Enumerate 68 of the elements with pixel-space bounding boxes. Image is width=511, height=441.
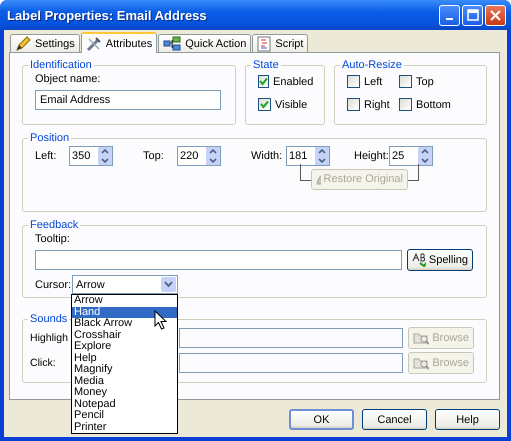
tab[interactable]: Attributes	[80, 32, 158, 53]
checkbox[interactable]	[347, 98, 360, 111]
tab[interactable]: Script	[252, 34, 308, 52]
spelling-button[interactable]: Spelling	[407, 249, 473, 271]
minimize-button[interactable]	[439, 4, 460, 26]
dropdown-option[interactable]: Money	[72, 387, 177, 398]
window-title: Label Properties: Email Address	[7, 8, 207, 22]
dropdown-option[interactable]: Magnify	[72, 364, 177, 376]
folder-magnifier-icon	[413, 356, 430, 370]
checkbox[interactable]	[399, 98, 412, 111]
dropdown-option[interactable]: Crosshair	[72, 330, 177, 341]
dropdown-option[interactable]: Explore	[72, 341, 177, 352]
tools-icon	[86, 36, 102, 52]
field-label: Cursor:	[35, 278, 72, 290]
checkbox[interactable]	[347, 75, 360, 88]
mouse-pointer-icon	[154, 310, 167, 330]
group-title: Sounds	[29, 313, 68, 325]
blocks-icon	[163, 36, 182, 52]
checkbox[interactable]	[399, 75, 412, 88]
folder-magnifier-icon	[413, 330, 430, 344]
field-label: Object name:	[35, 73, 102, 85]
group-title: Position	[29, 132, 70, 144]
input-field[interactable]: Email Address	[35, 90, 221, 110]
dialog-button[interactable]: Cancel	[362, 409, 427, 430]
field-label: Click:	[30, 356, 56, 368]
tab[interactable]: Quick Action	[158, 34, 252, 52]
dropdown-option[interactable]: Arrow	[72, 295, 177, 306]
group-title: Auto-Resize	[341, 59, 403, 71]
checkbox-label: Top	[416, 76, 434, 88]
group-title: State	[252, 59, 280, 71]
dropdown-arrow-button[interactable]	[161, 277, 176, 292]
checkbox-label: Visible	[275, 98, 308, 110]
checkbox-label: Enabled	[273, 76, 314, 88]
field-label: Tooltip:	[35, 233, 71, 245]
checkbox-label: Left	[364, 76, 382, 88]
checkbox[interactable]	[258, 75, 269, 88]
spell-check-icon	[412, 253, 426, 267]
checkbox[interactable]	[258, 98, 271, 111]
sound-file-field[interactable]	[179, 352, 403, 372]
group-title: Identification	[29, 59, 93, 71]
group-title: Feedback	[29, 219, 80, 231]
dialog-button[interactable]: Help	[435, 409, 500, 430]
cursor-dropdown[interactable]: Arrow	[72, 275, 178, 294]
dropdown-option[interactable]: Media	[72, 376, 177, 387]
dropdown-option[interactable]: Black Arrow	[72, 318, 177, 330]
minimize-icon	[446, 18, 453, 20]
tab[interactable]: Settings	[10, 34, 80, 52]
dropdown-option[interactable]: Pencil	[72, 410, 177, 422]
field-label: Highligh	[30, 332, 68, 344]
checkbox-label: Bottom	[416, 98, 451, 110]
pencil-icon	[15, 36, 31, 52]
dropdown-option[interactable]: Notepad	[72, 398, 177, 410]
sound-file-field[interactable]	[179, 328, 403, 348]
close-button[interactable]	[485, 4, 506, 26]
field-label: Top:	[143, 150, 165, 162]
caret-icon	[164, 281, 173, 288]
dropdown-option[interactable]: Hand	[72, 306, 177, 318]
dialog-button[interactable]: OK	[289, 409, 354, 430]
dropdown-option[interactable]: Help	[72, 352, 177, 364]
field-label: Height:	[354, 150, 389, 162]
maximize-button[interactable]	[462, 4, 483, 26]
field-label: Width:	[251, 150, 284, 162]
maximize-icon	[466, 9, 478, 21]
checkbox-label: Right	[364, 98, 390, 110]
field-label: Left:	[35, 150, 58, 162]
tooltip-field[interactable]	[35, 250, 402, 270]
close-icon	[490, 10, 501, 20]
dropdown-option[interactable]: Printer	[72, 422, 177, 433]
